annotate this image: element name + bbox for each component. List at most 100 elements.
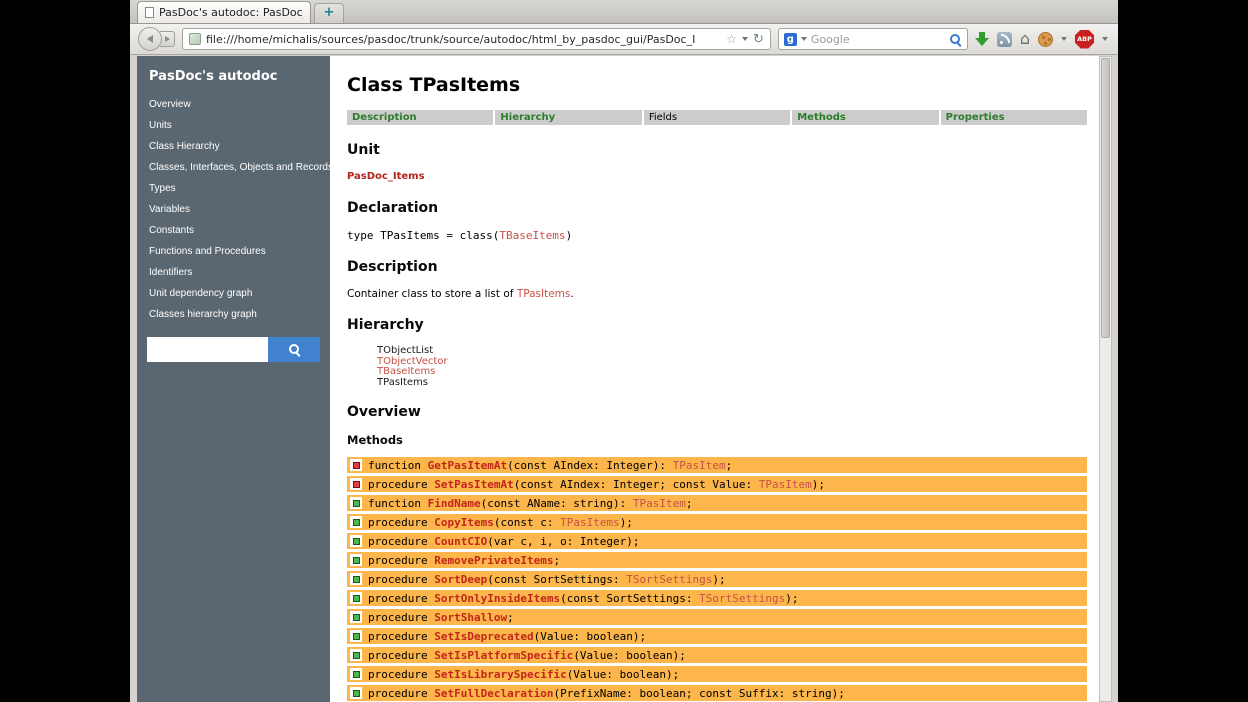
- search-bar[interactable]: g Google: [778, 28, 968, 50]
- google-engine-icon[interactable]: g: [784, 33, 797, 46]
- member-row: procedure SetIsPlatformSpecific(Value: b…: [347, 647, 1087, 663]
- section-nav-properties[interactable]: Properties: [941, 110, 1087, 125]
- search-go-icon[interactable]: [949, 33, 962, 46]
- section-nav-hierarchy[interactable]: Hierarchy: [495, 110, 641, 125]
- marker-square: [353, 671, 360, 678]
- identifier-link[interactable]: SetPasItemAt: [434, 478, 513, 491]
- identifier-link[interactable]: FindName: [428, 497, 481, 510]
- section-nav-methods[interactable]: Methods: [792, 110, 938, 125]
- code-text: .: [570, 288, 573, 300]
- identifier-link[interactable]: SortOnlyInsideItems: [434, 592, 560, 605]
- type-link[interactable]: TSortSettings: [626, 573, 712, 586]
- cookies-icon[interactable]: [1038, 32, 1053, 47]
- sidebar-item[interactable]: Units: [137, 115, 330, 136]
- sidebar-search-input[interactable]: [147, 337, 268, 362]
- sidebar-item[interactable]: Overview: [137, 94, 330, 115]
- sidebar-item[interactable]: Classes hierarchy graph: [137, 304, 330, 325]
- sidebar-search-button[interactable]: [268, 337, 320, 362]
- back-button[interactable]: [138, 27, 162, 51]
- public-marker-icon: [350, 592, 362, 604]
- type-link[interactable]: TPasItem: [759, 478, 812, 491]
- site-identity-icon[interactable]: [189, 33, 201, 45]
- sidebar-title: PasDoc's autodoc: [137, 56, 330, 94]
- feed-icon[interactable]: [997, 32, 1012, 47]
- type-link[interactable]: TPasItems: [517, 288, 571, 300]
- identifier-link[interactable]: SetIsPlatformSpecific: [434, 649, 573, 662]
- sidebar-item[interactable]: Types: [137, 178, 330, 199]
- sidebar-item[interactable]: Variables: [137, 199, 330, 220]
- sidebar-item[interactable]: Classes, Interfaces, Objects and Records: [137, 157, 330, 178]
- code-text: procedure: [368, 668, 434, 681]
- identifier-link[interactable]: SortDeep: [434, 573, 487, 586]
- member-row: procedure SortDeep(const SortSettings: T…: [347, 571, 1087, 587]
- download-icon[interactable]: [975, 31, 989, 47]
- public-marker-icon: [350, 611, 362, 623]
- urlbar-dropdown-icon[interactable]: [742, 37, 748, 41]
- type-link[interactable]: TSortSettings: [699, 592, 785, 605]
- identifier-link[interactable]: CountCIO: [434, 535, 487, 548]
- marker-square: [353, 481, 360, 488]
- public-marker-icon: [350, 554, 362, 566]
- identifier-link[interactable]: SetIsDeprecated: [434, 630, 533, 643]
- marker-square: [353, 519, 360, 526]
- section-nav-description[interactable]: Description: [347, 110, 493, 125]
- code-text: function: [368, 497, 428, 510]
- type-link[interactable]: TPasItem: [673, 459, 726, 472]
- member-row: procedure SetFullDeclaration(PrefixName:…: [347, 685, 1087, 701]
- code-text: (PrefixName: boolean; const Suffix: stri…: [553, 687, 844, 700]
- sidebar-item[interactable]: Class Hierarchy: [137, 136, 330, 157]
- hierarchy-item: TPasItems: [377, 378, 1087, 389]
- member-declaration: function FindName(const AName: string): …: [368, 497, 693, 510]
- reload-icon[interactable]: ↻: [753, 33, 764, 46]
- toolbar-overflow-icon[interactable]: [1061, 37, 1067, 41]
- unit-link[interactable]: PasDoc_Items: [347, 171, 1087, 182]
- type-link[interactable]: TPasItems: [560, 516, 620, 529]
- code-text: );: [812, 478, 825, 491]
- url-text[interactable]: file:///home/michalis/sources/pasdoc/tru…: [206, 33, 721, 46]
- new-tab-button[interactable]: +: [314, 3, 344, 23]
- unit-heading: Unit: [347, 142, 1087, 158]
- sidebar-item[interactable]: Functions and Procedures: [137, 241, 330, 262]
- hierarchy-list: TObjectListTObjectVectorTBaseItemsTPasIt…: [377, 346, 1087, 388]
- url-bar[interactable]: file:///home/michalis/sources/pasdoc/tru…: [182, 28, 771, 50]
- overview-heading: Overview: [347, 404, 1087, 420]
- adblock-dropdown-icon[interactable]: [1102, 37, 1108, 41]
- declaration-code: type TPasItems = class(TBaseItems): [347, 229, 1087, 242]
- search-engine-dropdown-icon[interactable]: [801, 37, 807, 41]
- search-input[interactable]: Google: [811, 33, 945, 46]
- code-text: );: [785, 592, 798, 605]
- type-link[interactable]: TPasItem: [633, 497, 686, 510]
- adblock-icon[interactable]: ABP: [1075, 30, 1094, 49]
- identifier-link[interactable]: SetFullDeclaration: [434, 687, 553, 700]
- hierarchy-item[interactable]: TObjectVector: [377, 357, 1087, 368]
- home-icon[interactable]: ⌂: [1020, 31, 1030, 47]
- code-text: procedure: [368, 516, 434, 529]
- hierarchy-item[interactable]: TBaseItems: [377, 367, 1087, 378]
- member-row: function FindName(const AName: string): …: [347, 495, 1087, 511]
- member-declaration: procedure SetIsPlatformSpecific(Value: b…: [368, 649, 686, 662]
- member-declaration: procedure RemovePrivateItems;: [368, 554, 560, 567]
- browser-tab[interactable]: PasDoc's autodoc: PasDoc_I...: [137, 1, 311, 23]
- identifier-link[interactable]: SortShallow: [434, 611, 507, 624]
- marker-square: [353, 614, 360, 621]
- sidebar-item[interactable]: Unit dependency graph: [137, 283, 330, 304]
- identifier-link[interactable]: CopyItems: [434, 516, 494, 529]
- scrollbar-thumb[interactable]: [1101, 58, 1110, 338]
- identifier-link[interactable]: SetIsLibrarySpecific: [434, 668, 566, 681]
- description-heading: Description: [347, 259, 1087, 275]
- member-declaration: procedure SortDeep(const SortSettings: T…: [368, 573, 726, 586]
- identifier-link[interactable]: GetPasItemAt: [428, 459, 507, 472]
- public-marker-icon: [350, 573, 362, 585]
- sidebar-item[interactable]: Constants: [137, 220, 330, 241]
- public-marker-icon: [350, 668, 362, 680]
- bookmark-star-icon[interactable]: ☆: [726, 33, 737, 45]
- forward-button[interactable]: [160, 31, 175, 47]
- type-link[interactable]: TBaseItems: [499, 229, 565, 242]
- code-text: procedure: [368, 630, 434, 643]
- member-declaration: procedure CountCIO(var c, i, o: Integer)…: [368, 535, 640, 548]
- identifier-link[interactable]: RemovePrivateItems: [434, 554, 553, 567]
- marker-square: [353, 576, 360, 583]
- member-row: procedure CountCIO(var c, i, o: Integer)…: [347, 533, 1087, 549]
- page-scrollbar[interactable]: [1099, 56, 1112, 702]
- sidebar-item[interactable]: Identifiers: [137, 262, 330, 283]
